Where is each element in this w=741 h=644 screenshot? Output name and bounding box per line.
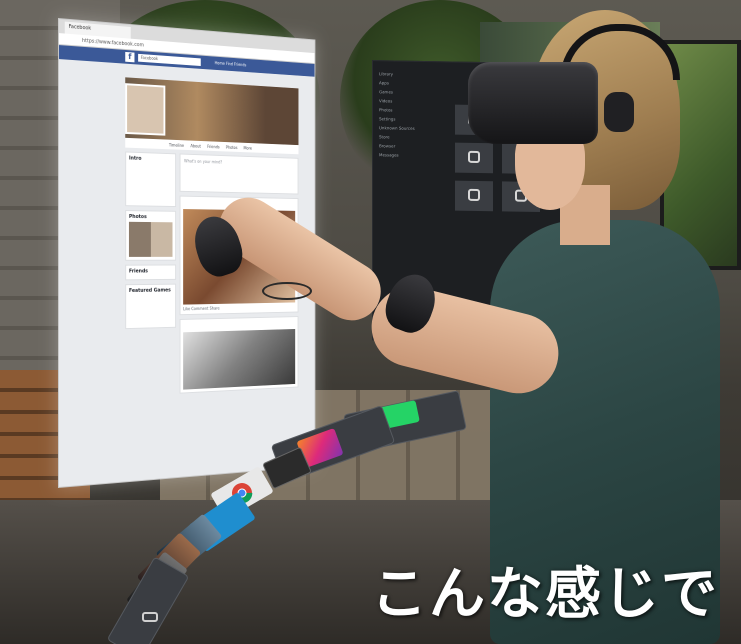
search-input[interactable]: Facebook xyxy=(138,54,201,66)
library-tile[interactable] xyxy=(455,181,493,212)
vr-scene: Library Apps Games Videos Photos Setting… xyxy=(0,0,741,644)
headphone-icon xyxy=(604,92,634,132)
header-nav[interactable]: Home Find Friends xyxy=(215,60,247,67)
friends-card: Friends xyxy=(125,264,176,280)
card-body xyxy=(129,295,173,325)
bracelet xyxy=(262,282,312,300)
photos-card: Photos xyxy=(125,210,176,261)
phone-icon[interactable] xyxy=(142,612,158,622)
card-title: Featured Games xyxy=(129,288,173,294)
timeline-post xyxy=(180,316,299,394)
post-image[interactable] xyxy=(183,329,295,390)
card-title: Photos xyxy=(129,214,173,220)
profile-sidebar: Intro Photos Friends Featured Games xyxy=(125,151,176,333)
photo-grid[interactable] xyxy=(129,222,173,257)
dock-segment xyxy=(107,556,190,644)
facebook-logo-icon[interactable]: f xyxy=(125,52,134,62)
menu-item[interactable]: Messages xyxy=(379,152,449,162)
caption-text: こんな感じで xyxy=(371,549,719,630)
card-title: Intro xyxy=(129,156,173,163)
post-actions[interactable]: Like Comment Share xyxy=(183,302,295,311)
profile-picture[interactable] xyxy=(125,83,165,135)
status-composer[interactable]: What's on your mind? xyxy=(180,154,299,195)
card-title: Friends xyxy=(129,268,173,274)
library-menu: Library Apps Games Videos Photos Setting… xyxy=(379,71,449,162)
card-body xyxy=(129,163,173,203)
library-tile[interactable] xyxy=(455,143,493,174)
intro-card: Intro xyxy=(125,151,176,207)
vr-headset-icon xyxy=(468,62,598,144)
app-icon xyxy=(468,189,480,201)
games-card: Featured Games xyxy=(125,284,176,329)
app-icon xyxy=(468,151,480,163)
